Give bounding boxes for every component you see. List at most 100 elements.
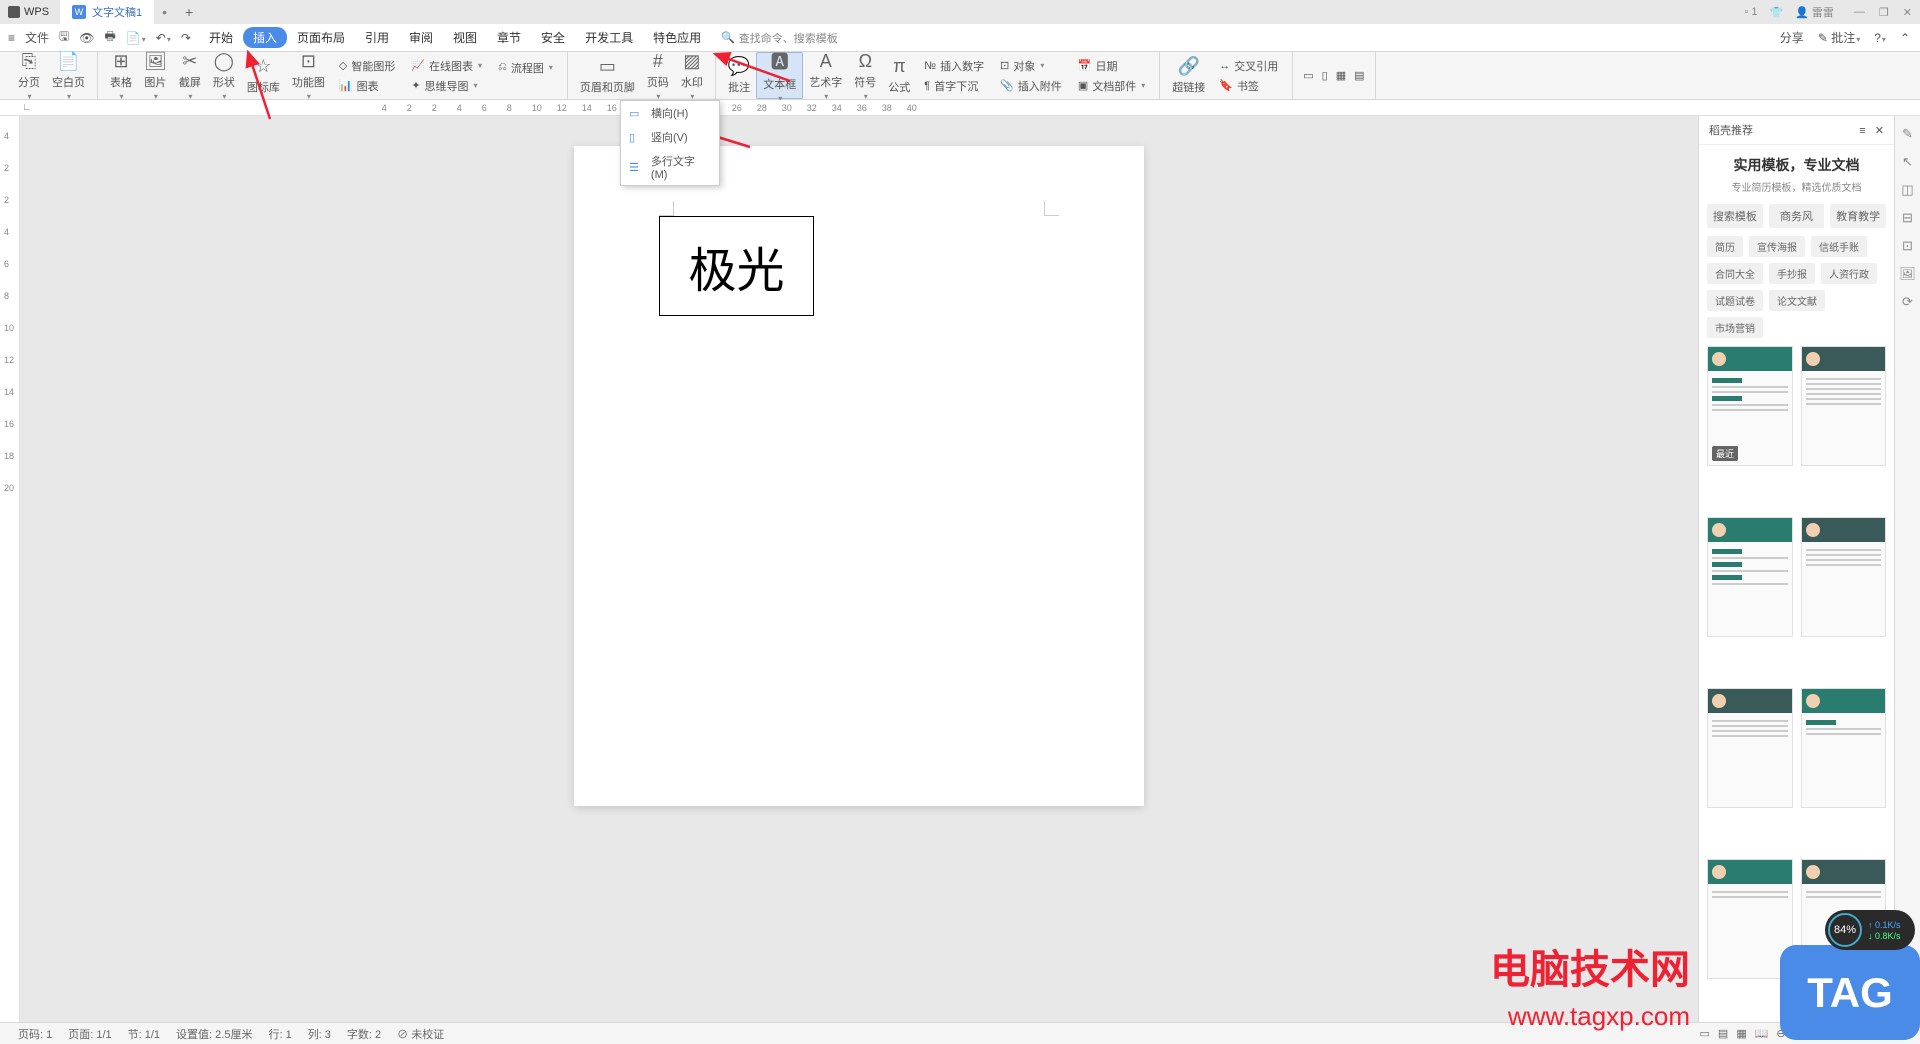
template-panel-title[interactable]: 稻壳推荐 [1709,122,1753,138]
table-button[interactable]: ⊞表格▾ [104,52,138,99]
page-number-button[interactable]: #页码▾ [641,52,675,99]
panel-close-icon[interactable]: ✕ [1875,125,1884,137]
layout-icon-4[interactable]: ▤ [1350,68,1368,83]
share-button[interactable]: 分享 [1780,29,1804,46]
drop-cap-button[interactable]: ¶ 首字下沉 [920,77,988,95]
symbol-button[interactable]: Ω符号▾ [848,52,882,99]
skin-icon[interactable]: 👕 [1769,6,1783,19]
print-preview-icon[interactable]: 👁 [79,31,94,45]
template-chip[interactable]: 信纸手账 [1811,236,1867,257]
status-col[interactable]: 列: 3 [300,1026,339,1042]
document-page[interactable]: 极光 [574,146,1144,806]
textbox-horizontal[interactable]: ▭ 横向(H) [621,101,719,125]
status-section[interactable]: 节: 1/1 [120,1026,168,1042]
panel-settings-icon[interactable]: ≡ [1859,125,1865,137]
template-thumb[interactable] [1707,688,1793,808]
tab-review[interactable]: 审阅 [399,25,443,50]
view-mode-4-icon[interactable]: 📖 [1755,1027,1769,1040]
shapes-button[interactable]: ◯形状▾ [207,52,241,99]
rail-select-icon[interactable]: ↖ [1902,154,1913,170]
template-thumb[interactable] [1801,346,1887,466]
smart-art-button[interactable]: ◇ 智能图形 [335,57,399,75]
minimize-button[interactable]: — [1854,6,1865,19]
tab-insert[interactable]: 插入 [243,27,287,48]
picture-button[interactable]: 🖼图片▾ [138,52,173,99]
template-chip[interactable]: 人资行政 [1821,263,1877,284]
status-page-seq[interactable]: 页码: 1 [10,1026,60,1042]
textbox-button[interactable]: 🅰文本框▾ [756,52,803,99]
status-spell[interactable]: ⊘ 未校证 [389,1026,452,1042]
features-button[interactable]: ⊡功能图▾ [286,52,331,99]
close-button[interactable]: ✕ [1903,6,1912,19]
canvas-area[interactable]: 极光 [20,116,1698,1022]
template-thumb[interactable] [1707,517,1793,637]
blank-page-button[interactable]: 📄空白页▾ [46,52,91,99]
watermark-button[interactable]: ▨水印▾ [675,52,709,99]
command-search[interactable]: 🔍 查找命令、搜索模板 [721,30,838,46]
view-mode-2-icon[interactable]: ▤ [1718,1027,1728,1040]
layout-icon-1[interactable]: ▭ [1299,68,1317,83]
rail-edit-icon[interactable]: ✎ [1902,126,1913,142]
cross-ref-button[interactable]: ↔ 交叉引用 [1215,57,1282,75]
wordart-button[interactable]: A艺术字▾ [803,52,848,99]
view-mode-1-icon[interactable]: ▭ [1700,1027,1710,1040]
formula-button[interactable]: π公式 [882,52,916,99]
icon-lib-button[interactable]: ☆图标库 [241,52,286,99]
rail-format-icon[interactable]: ◫ [1901,182,1913,198]
object-button[interactable]: ⊡ 对象▾ [996,57,1066,75]
status-line[interactable]: 行: 1 [260,1026,299,1042]
template-chip[interactable]: 市场营销 [1707,317,1763,338]
rail-property-icon[interactable]: ⊡ [1902,238,1913,254]
collapse-ribbon-icon[interactable]: ⌃ [1900,31,1910,45]
rail-nav-icon[interactable]: ⊟ [1902,210,1913,226]
tab-start[interactable]: 开始 [199,25,243,50]
tab-chapter[interactable]: 章节 [487,25,531,50]
template-chip[interactable]: 合同大全 [1707,263,1763,284]
template-chip[interactable]: 宣传海报 [1749,236,1805,257]
view-mode-3-icon[interactable]: ▦ [1736,1027,1746,1040]
status-setting[interactable]: 设置值: 2.5厘米 [168,1026,260,1042]
help-icon[interactable]: ?▾ [1874,31,1886,45]
template-business-tab[interactable]: 商务风 [1769,204,1825,228]
rail-refresh-icon[interactable]: ⟳ [1902,294,1913,310]
flowchart-button[interactable]: ⎌ 流程图▾ [494,59,557,77]
template-thumb[interactable] [1801,517,1887,637]
template-thumb[interactable]: 最近 [1707,346,1793,466]
file-menu[interactable]: 文件 [25,29,49,46]
performance-widget[interactable]: 84% ↑ 0.1K/s ↓ 0.8K/s [1825,910,1915,950]
tab-security[interactable]: 安全 [531,25,575,50]
template-chip[interactable]: 论文文献 [1769,290,1825,311]
vertical-ruler[interactable]: 422468101214161820 [0,116,20,1022]
docparts-button[interactable]: ▣ 文档部件▾ [1074,77,1149,95]
header-footer-button[interactable]: ▭页眉和页脚 [574,52,641,99]
screenshot-button[interactable]: ✂截屏▾ [173,52,207,99]
template-thumb[interactable] [1801,688,1887,808]
layout-icon-3[interactable]: ▦ [1332,68,1350,83]
textbox-multiline[interactable]: ☰ 多行文字(M) [621,149,719,185]
mindmap-button[interactable]: ✦ 思维导图▾ [407,77,486,95]
horizontal-ruler[interactable]: ∟ 42246810121416182022242628303234363840 [0,100,1920,116]
template-chip[interactable]: 试题试卷 [1707,290,1763,311]
date-button[interactable]: 📅 日期 [1074,57,1149,75]
restore-button[interactable]: ❐ [1879,6,1889,19]
textbox-vertical[interactable]: ▯ 竖向(V) [621,125,719,149]
bookmark-button[interactable]: 🔖 书签 [1215,77,1282,95]
add-tab-button[interactable]: + [175,4,203,20]
print-icon[interactable]: 🖶 [105,27,116,48]
insert-number-button[interactable]: № 插入数字 [920,57,988,75]
export-icon[interactable]: 📄▾ [126,31,146,45]
redo-icon[interactable]: ↷ [181,31,191,45]
template-chip[interactable]: 手抄报 [1769,263,1815,284]
status-word-count[interactable]: 字数: 2 [339,1026,389,1042]
undo-icon[interactable]: ↶▾ [156,31,171,45]
layout-icon-2[interactable]: ▯ [1318,68,1332,83]
tab-view[interactable]: 视图 [443,25,487,50]
app-logo[interactable]: WPS [0,6,60,18]
tab-special-apps[interactable]: 特色应用 [643,25,711,50]
rail-image-icon[interactable]: 🖼 [1899,266,1916,282]
tab-page-layout[interactable]: 页面布局 [287,25,355,50]
user-avatar[interactable]: 👤 雷雷 [1795,4,1834,20]
comment-button[interactable]: 💬批注 [722,52,756,99]
save-icon[interactable]: 🖫 [59,27,69,48]
page-break-button[interactable]: ⎘分页▾ [12,52,46,99]
